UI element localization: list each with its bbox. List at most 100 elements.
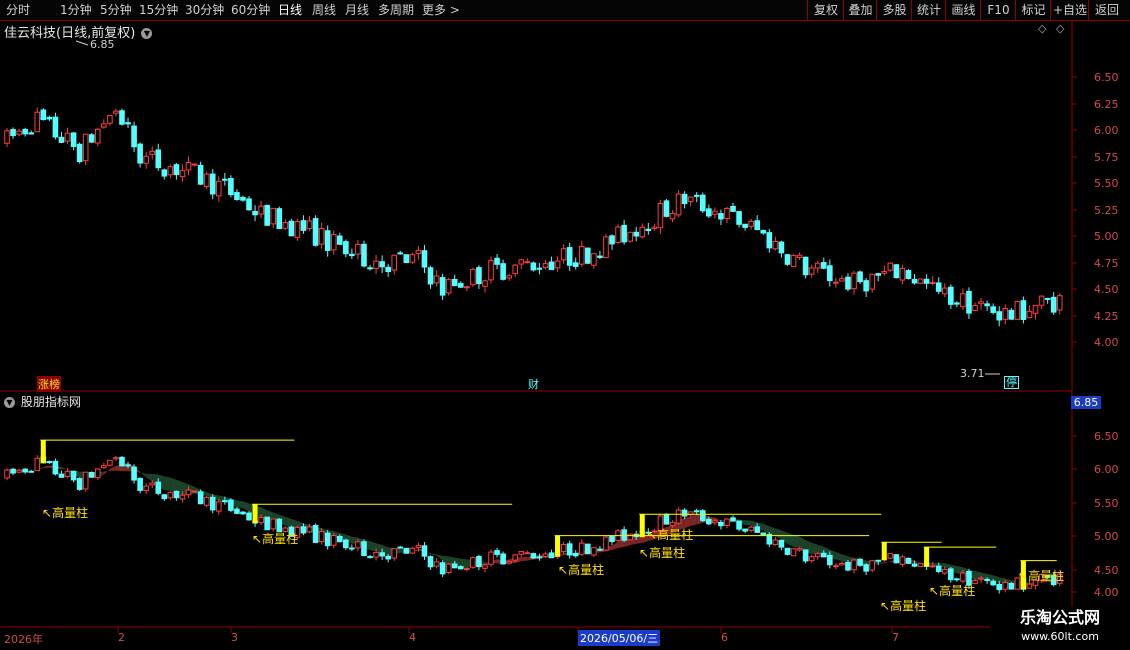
candle-body [306, 220, 313, 230]
period-tab-60min[interactable]: 60分钟 [231, 0, 270, 20]
candle-body [857, 558, 863, 566]
mark-button[interactable]: 标记 [1015, 0, 1051, 20]
y-tick: 6.00 [1094, 124, 1119, 137]
candle-body [911, 278, 918, 284]
candle-body [615, 226, 621, 243]
volume-signal-bar [639, 514, 645, 537]
candle-body [585, 247, 591, 264]
candle-body [373, 551, 379, 558]
candle-body [494, 550, 500, 555]
f10-button[interactable]: F10 [980, 0, 1016, 20]
watermark-url: www.60lt.com [1021, 630, 1099, 643]
period-tab-multi[interactable]: 多周期 [378, 0, 414, 20]
current-value-box: 6.85 [1071, 396, 1101, 409]
period-tab-daily[interactable]: 日线 [278, 0, 302, 20]
candle-body [790, 254, 797, 267]
candle-body [46, 461, 53, 464]
overlay-button[interactable]: 叠加 [843, 0, 877, 20]
y-tick: 4.50 [1094, 564, 1119, 577]
ribbon-segment [103, 468, 110, 475]
period-tab-5min[interactable]: 5分钟 [100, 0, 132, 20]
candle-body [869, 273, 875, 290]
candle-body [718, 521, 724, 527]
diamond-icon[interactable]: ◇ [1038, 22, 1046, 35]
period-tab-30min[interactable]: 30分钟 [185, 0, 224, 20]
multi-stock-button[interactable]: 多股 [876, 0, 912, 20]
chevron-down-icon[interactable]: ▼ [4, 397, 15, 408]
candle-body [409, 254, 416, 263]
candle-body [161, 494, 168, 500]
candle-body [911, 563, 918, 567]
period-tab-weekly[interactable]: 周线 [312, 0, 336, 20]
candle-body [966, 290, 972, 314]
candle-body [663, 200, 670, 217]
y-tick: 4.00 [1094, 336, 1119, 349]
limit-up-marker[interactable]: 涨榜 [37, 376, 61, 392]
ribbon-segment [430, 552, 437, 556]
candle-body [603, 236, 609, 259]
candle-body [941, 287, 948, 295]
candle-body [827, 265, 833, 282]
candle-body [778, 241, 785, 254]
candle-body [294, 221, 301, 238]
candle-body [845, 562, 851, 571]
candle-body [488, 260, 494, 281]
period-tab-monthly[interactable]: 月线 [345, 0, 369, 20]
candle-body [94, 128, 101, 144]
candle-body [814, 553, 821, 558]
candle-body [137, 477, 143, 491]
period-tab-intraday[interactable]: 分时 [6, 0, 30, 20]
candle-body [869, 560, 875, 571]
volume-signal-bar [881, 542, 887, 561]
x-tick: 2 [118, 631, 125, 644]
candle-body [409, 547, 416, 554]
period-tab-15min[interactable]: 15分钟 [139, 0, 178, 20]
candle-body [470, 557, 476, 568]
candle-body [215, 180, 222, 197]
candle-body [941, 568, 948, 574]
candle-body [990, 580, 996, 586]
candle-body [246, 198, 252, 211]
candle-body [935, 565, 942, 572]
candle-body [464, 568, 470, 571]
stats-button[interactable]: 统计 [911, 0, 946, 20]
add-watchlist-button[interactable]: +自选 [1050, 0, 1089, 20]
candle-body [790, 548, 797, 557]
candle-body [802, 256, 809, 276]
candle-body [143, 485, 149, 492]
draw-line-button[interactable]: 画线 [945, 0, 981, 20]
candle-body [185, 162, 192, 171]
candle-body [22, 128, 28, 135]
candle-body [572, 552, 579, 557]
volume-signal-bar [252, 504, 258, 524]
candle-body [820, 262, 827, 269]
back-button[interactable]: 返回 [1088, 0, 1125, 20]
candle-body [179, 494, 186, 500]
candle-body [875, 273, 882, 276]
adjust-button[interactable]: 复权 [807, 0, 844, 20]
ribbon-segment [612, 541, 619, 550]
candle-body [706, 518, 712, 525]
candle-body [597, 255, 603, 258]
main-candles [4, 107, 1063, 327]
finance-marker[interactable]: 财 [528, 376, 539, 392]
candle-body [445, 563, 452, 573]
candle-body [500, 263, 506, 280]
candle-body [603, 536, 609, 551]
suspend-marker[interactable]: 停 [1004, 376, 1019, 389]
candle-body [730, 205, 736, 212]
chevron-down-icon[interactable]: ▼ [141, 28, 153, 39]
candle-body [760, 532, 767, 536]
chevron-down-icon[interactable]: ◇ [1056, 22, 1064, 35]
candle-body [113, 110, 119, 114]
candle-body [784, 254, 791, 265]
period-tab-1min[interactable]: 1分钟 [60, 0, 92, 20]
candle-body [875, 559, 882, 562]
candle-body [391, 254, 398, 271]
kline-chart[interactable] [0, 21, 1130, 650]
period-tab-more[interactable]: 更多 > [422, 0, 460, 20]
candle-body [482, 564, 488, 569]
candle-body [935, 282, 942, 292]
candle-body [379, 261, 385, 268]
candle-body [978, 301, 984, 305]
